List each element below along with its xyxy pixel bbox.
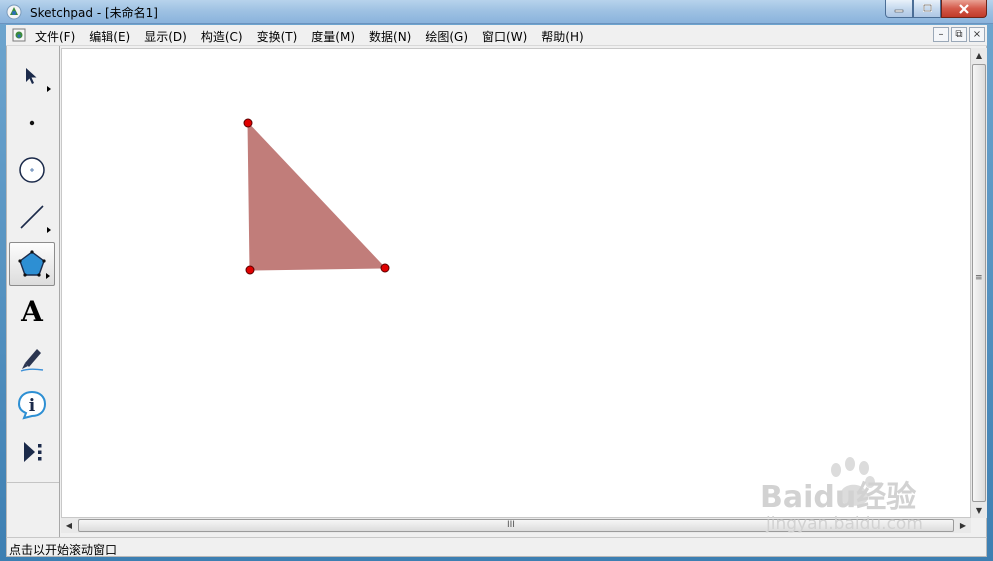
close-icon bbox=[959, 3, 969, 14]
caption-buttons bbox=[885, 0, 987, 18]
pentagon-icon bbox=[18, 250, 46, 277]
status-bar: 点击以开始滚动窗口 bbox=[6, 537, 987, 557]
text-tool[interactable]: A bbox=[9, 289, 55, 333]
info-icon: i bbox=[17, 390, 47, 420]
custom-tools-icon bbox=[24, 442, 42, 462]
vertical-grip: ≡ bbox=[975, 273, 983, 283]
menu-display[interactable]: 显示(D) bbox=[144, 28, 187, 45]
document-icon[interactable] bbox=[12, 28, 26, 42]
svg-text:i: i bbox=[29, 396, 36, 416]
segment-icon bbox=[20, 205, 44, 229]
sketch-drawing bbox=[243, 118, 390, 275]
point-tool[interactable] bbox=[9, 101, 55, 145]
arrow-icon bbox=[26, 68, 37, 84]
scroll-down-arrow-icon[interactable]: ▼ bbox=[971, 503, 987, 518]
submenu-arrow-icon bbox=[47, 86, 51, 92]
maximize-button[interactable] bbox=[913, 0, 941, 18]
circle-icon bbox=[19, 157, 45, 183]
top-vertex[interactable] bbox=[243, 118, 253, 128]
scroll-up-arrow-icon[interactable]: ▲ bbox=[971, 48, 987, 63]
menu-transform[interactable]: 变换(T) bbox=[257, 28, 298, 45]
marker-tool[interactable] bbox=[9, 336, 55, 380]
custom-tool[interactable] bbox=[9, 430, 55, 474]
point-icon bbox=[29, 120, 35, 126]
minimize-icon bbox=[894, 9, 904, 12]
submenu-arrow-icon bbox=[47, 227, 51, 233]
watermark-brand: Baidu经验 bbox=[760, 480, 917, 515]
vertical-scroll-thumb[interactable]: ≡ bbox=[972, 64, 986, 502]
toolbox: A i bbox=[7, 46, 60, 537]
scroll-left-arrow-icon[interactable]: ◀ bbox=[61, 518, 77, 533]
baidu-jingyan-watermark: Baidu经验 jingyan.baidu.com bbox=[700, 452, 950, 540]
arrow-select-tool[interactable] bbox=[9, 54, 55, 98]
close-button[interactable] bbox=[941, 0, 987, 18]
vertical-scrollbar[interactable]: ▲ ≡ ▼ bbox=[971, 48, 987, 518]
menu-file[interactable]: 文件(F) bbox=[35, 28, 75, 45]
doc-minimize-button[interactable]: – bbox=[933, 27, 949, 42]
horizontal-grip: III bbox=[507, 520, 515, 530]
menu-graph[interactable]: 绘图(G) bbox=[425, 28, 468, 45]
minimize-button[interactable] bbox=[885, 0, 913, 18]
doc-restore-button[interactable]: ⧉ bbox=[951, 27, 967, 42]
sketchpad-app-icon bbox=[6, 4, 22, 20]
document-window-buttons: – ⧉ × bbox=[933, 27, 985, 42]
straightedge-tool[interactable] bbox=[9, 195, 55, 239]
status-text: 点击以开始滚动窗口 bbox=[9, 543, 118, 557]
bottom-right-vertex[interactable] bbox=[380, 263, 390, 273]
menu-bar: 文件(F) 编辑(E) 显示(D) 构造(C) 变换(T) 度量(M) 数据(N… bbox=[6, 25, 987, 46]
scroll-right-arrow-icon[interactable]: ▶ bbox=[955, 518, 971, 533]
menu-edit[interactable]: 编辑(E) bbox=[89, 28, 130, 45]
menu-data[interactable]: 数据(N) bbox=[369, 28, 411, 45]
submenu-arrow-icon bbox=[46, 273, 50, 279]
triangle-interior[interactable] bbox=[247, 121, 387, 271]
information-tool[interactable]: i bbox=[9, 383, 55, 427]
menu-measure[interactable]: 度量(M) bbox=[311, 28, 355, 45]
window-title: Sketchpad - [未命名1] bbox=[30, 6, 158, 20]
sketch-canvas[interactable] bbox=[61, 48, 971, 518]
marker-pen-icon bbox=[20, 349, 44, 372]
restore-icon bbox=[922, 4, 932, 12]
title-bar: Sketchpad - [未命名1] bbox=[0, 0, 993, 24]
menu-help[interactable]: 帮助(H) bbox=[541, 28, 583, 45]
doc-close-button[interactable]: × bbox=[969, 27, 985, 42]
menu-window[interactable]: 窗口(W) bbox=[482, 28, 527, 45]
polygon-tool[interactable] bbox=[9, 242, 55, 286]
menu-items: 文件(F) 编辑(E) 显示(D) 构造(C) 变换(T) 度量(M) 数据(N… bbox=[35, 28, 598, 45]
toolbox-divider bbox=[7, 482, 59, 483]
compass-tool[interactable] bbox=[9, 148, 55, 192]
menu-construct[interactable]: 构造(C) bbox=[201, 28, 243, 45]
watermark-url: jingyan.baidu.com bbox=[766, 514, 923, 534]
bottom-left-vertex[interactable] bbox=[245, 265, 255, 275]
text-A-icon: A bbox=[21, 294, 43, 328]
